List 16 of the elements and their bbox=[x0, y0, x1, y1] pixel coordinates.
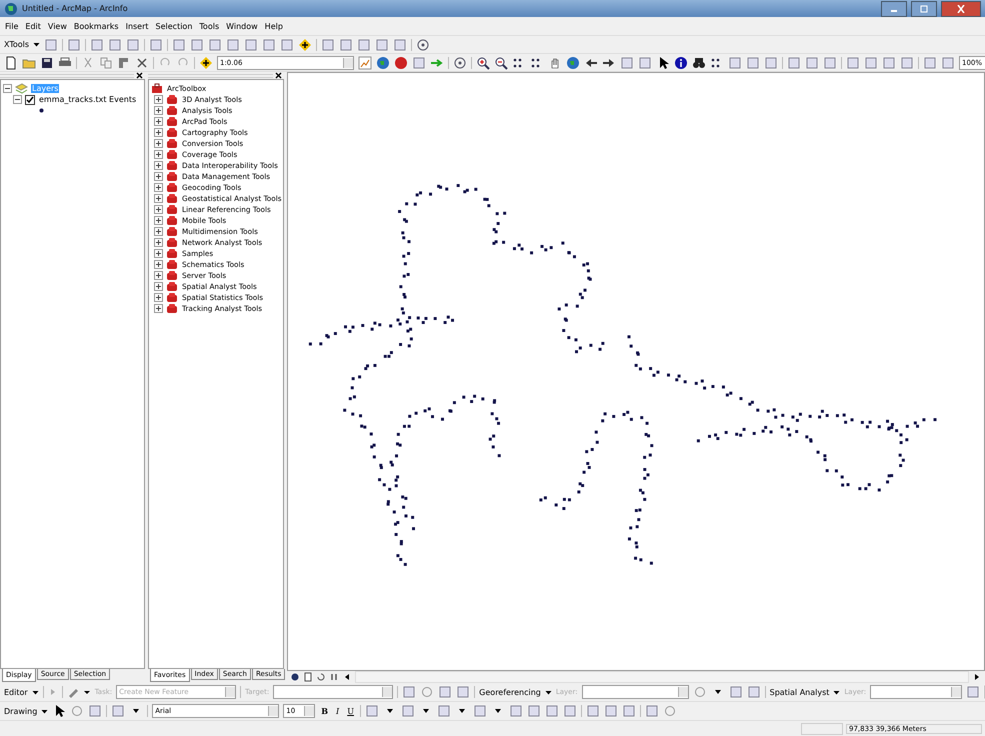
menu-item[interactable]: Tools bbox=[199, 22, 220, 30]
menu-item[interactable]: Edit bbox=[25, 22, 41, 30]
menu-item[interactable]: Bookmarks bbox=[74, 22, 119, 30]
menu-item[interactable]: View bbox=[48, 22, 67, 30]
bold-button[interactable]: B bbox=[319, 706, 330, 716]
window-title: Untitled - ArcMap - ArcInfo bbox=[22, 4, 128, 13]
toolbar-menu[interactable]: Drawing bbox=[4, 706, 38, 716]
layer-item[interactable]: emma_tracks.txt Events bbox=[38, 95, 138, 104]
menu-item[interactable]: File bbox=[5, 22, 18, 30]
toolbar-menu[interactable]: XTools bbox=[4, 40, 30, 49]
menu-item[interactable]: Window bbox=[226, 22, 258, 30]
underline-button[interactable]: U bbox=[345, 706, 356, 716]
menu-item[interactable]: Insert bbox=[126, 22, 149, 30]
italic-button[interactable]: I bbox=[334, 706, 342, 716]
menu-item[interactable]: Help bbox=[264, 22, 283, 30]
menu-item[interactable]: Selection bbox=[156, 22, 192, 30]
